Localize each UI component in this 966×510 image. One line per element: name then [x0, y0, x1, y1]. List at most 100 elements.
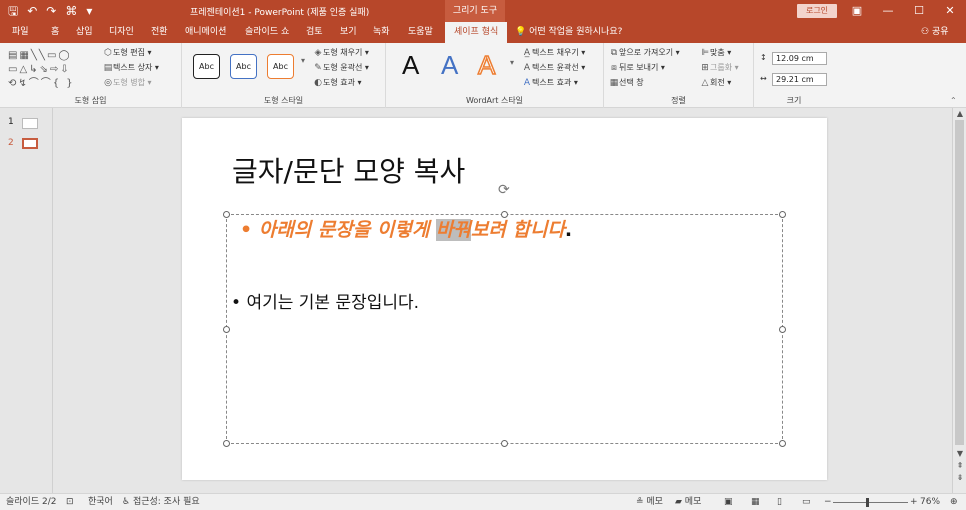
- tab-review[interactable]: 검토: [306, 22, 323, 43]
- zoom-slider-knob[interactable]: [866, 498, 869, 507]
- spell-check-icon[interactable]: ⊡: [66, 494, 74, 510]
- align-button[interactable]: ⊫맞춤 ▾: [700, 47, 731, 59]
- zoom-in-icon[interactable]: +: [910, 494, 918, 510]
- scroll-down-icon[interactable]: ▼: [953, 449, 966, 458]
- selection-pane-button[interactable]: ▦선택 창: [609, 77, 644, 89]
- group-icon: ⊞: [701, 63, 709, 73]
- text-outline-button[interactable]: A 텍스트 윤곽선 ▾: [522, 62, 585, 74]
- shape-outline-button[interactable]: ✎도형 윤곽선 ▾: [313, 62, 369, 74]
- tab-help[interactable]: 도움말: [408, 22, 433, 43]
- resize-handle[interactable]: [223, 211, 230, 218]
- width-input[interactable]: 29.21 cm: [772, 73, 827, 86]
- tab-file[interactable]: 파일: [12, 22, 29, 43]
- language-status[interactable]: 한국어: [88, 494, 113, 510]
- bullet-styled-sentence[interactable]: • 아래의 문장을 이렇게 바꿔보려 합니다.: [240, 215, 572, 242]
- wordart-blue[interactable]: A: [441, 49, 458, 81]
- rotate-button[interactable]: △ 회전 ▾: [700, 77, 732, 89]
- send-backward-button[interactable]: ⧈ 뒤로 보내기 ▾: [609, 62, 665, 74]
- shape-style-orange[interactable]: Abc: [267, 54, 294, 79]
- selection-pane-icon: ▦: [609, 78, 619, 88]
- edit-shape-button[interactable]: ⬡도형 편집 ▾: [103, 47, 151, 59]
- text-placeholder-selection[interactable]: [223, 211, 786, 447]
- text-effects-button[interactable]: A 텍스트 효과 ▾: [522, 77, 578, 89]
- tab-animations[interactable]: 애니메이션: [185, 22, 226, 43]
- text-fill-button[interactable]: A̲ 텍스트 채우기 ▾: [522, 47, 585, 59]
- ribbon-display-icon[interactable]: ▣: [842, 0, 872, 22]
- maximize-icon[interactable]: ☐: [904, 0, 934, 22]
- tab-insert[interactable]: 삽입: [76, 22, 93, 43]
- status-bar: 슬라이드 2/2 ⊡ 한국어 ♿ 접근성: 조사 필요 ≗ 메모 ▰ 메모 ▣ …: [0, 493, 966, 510]
- resize-handle[interactable]: [779, 211, 786, 218]
- group-insert-shapes: ▤▦╲╲▭◯ ▭△↳⇘⇨⇩ ⟲↯⌒⌒{ } ⬡도형 편집 ▾ ▤텍스트 상자 ▾ ◎…: [0, 43, 182, 108]
- bring-forward-icon: ⧉: [610, 48, 618, 58]
- minimize-icon[interactable]: —: [873, 0, 903, 22]
- resize-handle[interactable]: [779, 440, 786, 447]
- format-painter-icon[interactable]: ⌘: [65, 3, 77, 19]
- redo-icon[interactable]: ↷: [46, 3, 56, 19]
- shape-effects-button[interactable]: ◐도형 효과 ▾: [313, 77, 361, 89]
- slide[interactable]: 글자/문단 모양 복사 ⟳ • 아래의 문장을 이렇게 바꿔보려 합니다. • …: [182, 118, 827, 480]
- slide-counter: 슬라이드 2/2: [6, 497, 57, 507]
- tab-record[interactable]: 녹화: [373, 22, 390, 43]
- zoom-level[interactable]: 76%: [920, 494, 940, 510]
- bullet-basic-sentence[interactable]: • 여기는 기본 문장입니다.: [231, 288, 419, 313]
- shape-style-black[interactable]: Abc: [193, 54, 220, 79]
- tab-design[interactable]: 디자인: [109, 22, 134, 43]
- slide-sorter-icon[interactable]: ▦: [751, 494, 760, 510]
- wordart-black[interactable]: A: [402, 49, 419, 81]
- text-outline-icon: A: [523, 63, 531, 73]
- scroll-up-icon[interactable]: ▲: [953, 109, 966, 118]
- tab-view[interactable]: 보기: [340, 22, 357, 43]
- tab-home[interactable]: 홈: [51, 22, 59, 43]
- resize-handle[interactable]: [779, 326, 786, 333]
- previous-slide-icon[interactable]: ⇞: [953, 461, 966, 470]
- customize-qat-icon[interactable]: ▾: [86, 3, 92, 19]
- group-button[interactable]: ⊞그룹화 ▾: [700, 62, 738, 74]
- vertical-scrollbar[interactable]: ▲ ▼ ⇞ ⇟: [952, 108, 966, 493]
- slide-thumbnail-2[interactable]: [22, 138, 38, 149]
- comments-button[interactable]: ▰ 메모: [675, 494, 701, 510]
- close-icon[interactable]: ✕: [935, 0, 965, 22]
- paint-bucket-icon: ◈: [314, 48, 322, 58]
- shape-fill-button[interactable]: ◈ 도형 채우기 ▾: [313, 47, 369, 59]
- tab-shape-format[interactable]: 셰이프 형식: [445, 22, 508, 43]
- rotate-handle-icon[interactable]: ⟳: [498, 182, 510, 198]
- shapes-gallery[interactable]: ▤▦╲╲▭◯ ▭△↳⇘⇨⇩ ⟲↯⌒⌒{ }: [8, 49, 98, 91]
- share-button[interactable]: ⚇ 공유: [921, 22, 949, 43]
- bring-forward-button[interactable]: ⧉ 앞으로 가져오기 ▾: [609, 47, 680, 59]
- save-icon[interactable]: 🖫: [8, 3, 18, 19]
- quick-access-toolbar: 🖫 ↶ ↷ ⌘ ▾: [8, 3, 92, 19]
- notes-button[interactable]: ≗ 메모: [636, 494, 663, 510]
- resize-handle[interactable]: [501, 440, 508, 447]
- resize-handle[interactable]: [223, 440, 230, 447]
- width-icon: ↔: [760, 74, 767, 83]
- undo-icon[interactable]: ↶: [27, 3, 37, 19]
- text-box-button[interactable]: ▤텍스트 상자 ▾: [103, 62, 159, 74]
- resize-handle[interactable]: [223, 326, 230, 333]
- collapse-ribbon-icon[interactable]: ⌃: [950, 95, 957, 107]
- wordart-more-icon[interactable]: ▾: [510, 57, 514, 69]
- ribbon: ▤▦╲╲▭◯ ▭△↳⇘⇨⇩ ⟲↯⌒⌒{ } ⬡도형 편집 ▾ ▤텍스트 상자 ▾ ◎…: [0, 43, 966, 108]
- slide-thumbnail-1[interactable]: [22, 118, 38, 129]
- merge-shapes-button[interactable]: ◎도형 병합 ▾: [103, 77, 151, 89]
- wordart-orange-outline[interactable]: A: [477, 49, 496, 81]
- next-slide-icon[interactable]: ⇟: [953, 473, 966, 482]
- slideshow-view-icon[interactable]: ▭: [802, 494, 811, 510]
- scrollbar-thumb[interactable]: [955, 120, 964, 445]
- group-label: 정렬: [671, 96, 686, 105]
- slide-title[interactable]: 글자/문단 모양 복사: [232, 150, 465, 190]
- tab-transitions[interactable]: 전환: [151, 22, 168, 43]
- styles-more-icon[interactable]: ▾: [301, 55, 305, 67]
- reading-view-icon[interactable]: ▯: [777, 494, 782, 510]
- tab-slideshow[interactable]: 슬라이드 쇼: [245, 22, 289, 43]
- normal-view-icon[interactable]: ▣: [724, 494, 733, 510]
- fit-to-window-icon[interactable]: ⊕: [950, 494, 958, 510]
- tell-me-search[interactable]: 💡 어떤 작업을 원하시나요?: [515, 22, 622, 43]
- shape-style-blue[interactable]: Abc: [230, 54, 257, 79]
- height-input[interactable]: 12.09 cm: [772, 52, 827, 65]
- bullet-dot-icon: •: [240, 219, 259, 241]
- accessibility-status[interactable]: ♿ 접근성: 조사 필요: [122, 494, 200, 510]
- login-button[interactable]: 로그인: [797, 4, 837, 18]
- zoom-slider[interactable]: [833, 502, 908, 503]
- zoom-out-icon[interactable]: −: [824, 494, 832, 510]
